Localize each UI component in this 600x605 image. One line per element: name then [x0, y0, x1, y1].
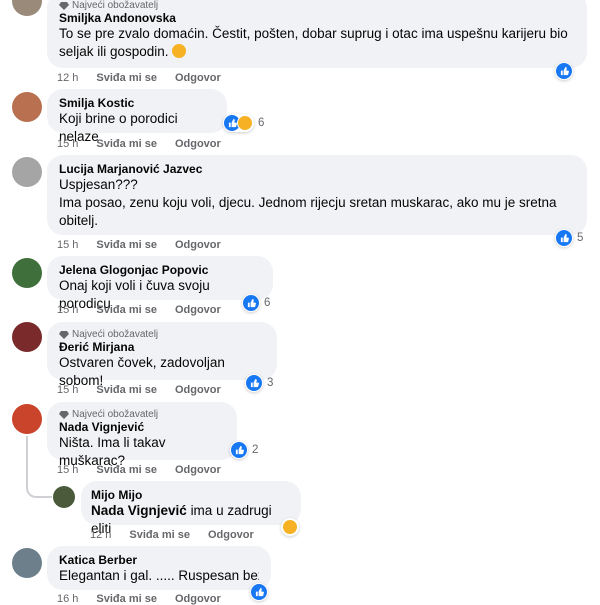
reaction-summary[interactable]: 2: [230, 441, 258, 459]
comment-actions: 12 h Sviđa mi se Odgovor: [90, 529, 254, 541]
avatar[interactable]: [12, 0, 42, 16]
comment-time[interactable]: 12 h: [57, 72, 78, 84]
like-reaction-icon: [556, 63, 572, 79]
reaction-summary[interactable]: 6: [223, 114, 264, 132]
comment-time[interactable]: 16 h: [57, 593, 78, 605]
comment-bubble: Smilja Kostic Koji brine o porodici nela…: [47, 89, 227, 144]
reply-button[interactable]: Odgovor: [175, 304, 221, 316]
avatar[interactable]: [12, 322, 42, 352]
commenter-name[interactable]: Mijo Mijo: [91, 488, 291, 502]
reply-button[interactable]: Odgovor: [175, 593, 221, 605]
reaction-count: 5: [577, 232, 584, 244]
comment-bubble: Najveći obožavatelj Nada Vignjević Ništa…: [47, 402, 237, 468]
commenter-name[interactable]: Đerić Mirjana: [59, 340, 265, 354]
commenter-name[interactable]: Katica Berber: [59, 553, 259, 567]
comment-actions: 16 h Sviđa mi se Odgovor: [57, 593, 221, 605]
commenter-name[interactable]: Smilja Kostic: [59, 96, 215, 110]
like-button[interactable]: Sviđa mi se: [96, 239, 157, 251]
reply-button[interactable]: Odgovor: [175, 464, 221, 476]
haha-reaction-icon: [282, 519, 298, 535]
comment-actions: 15 h Sviđa mi se Odgovor: [57, 138, 221, 150]
commenter-name[interactable]: Lucija Marjanović Jazvec: [59, 162, 575, 176]
comment-actions: 15 h Sviđa mi se Odgovor: [57, 384, 221, 396]
comment-bubble: Jelena Glogonjac Popovic Onaj koji voli …: [47, 256, 273, 311]
avatar[interactable]: [12, 404, 42, 434]
like-reaction-icon: [246, 375, 262, 391]
reaction-count: 2: [252, 444, 259, 456]
avatar[interactable]: [12, 258, 42, 288]
haha-reaction-icon: [237, 115, 253, 131]
reply-bubble: Mijo Mijo Nada Vignjević ima u zadrugi e…: [81, 481, 301, 536]
comment-actions: 15 h Sviđa mi se Odgovor: [57, 464, 221, 476]
like-button[interactable]: Sviđa mi se: [96, 72, 157, 84]
like-button[interactable]: Sviđa mi se: [96, 138, 157, 150]
reply-button[interactable]: Odgovor: [175, 239, 221, 251]
like-reaction-icon: [251, 584, 267, 600]
reaction-summary[interactable]: 5: [555, 229, 583, 247]
like-button[interactable]: Sviđa mi se: [96, 304, 157, 316]
top-fan-badge: Najveći obožavatelj: [59, 0, 575, 11]
reaction-summary[interactable]: 6: [242, 294, 270, 312]
commenter-name[interactable]: Smiljka Andonovska: [59, 11, 575, 25]
diamond-icon: [59, 330, 69, 339]
comment-bubble: Katica Berber Elegantan i gal. ..... Rus…: [47, 546, 271, 590]
mention-link[interactable]: Nada Vignjević: [91, 503, 187, 518]
like-reaction-icon: [243, 295, 259, 311]
comment-actions: 12 h Sviđa mi se Odgovor: [57, 72, 221, 84]
comment-time[interactable]: 15 h: [57, 384, 78, 396]
comment-time[interactable]: 12 h: [90, 529, 111, 541]
reply-button[interactable]: Odgovor: [208, 529, 254, 541]
comment-actions: 15 h Sviđa mi se Odgovor: [57, 239, 221, 251]
reaction-summary[interactable]: 3: [245, 374, 273, 392]
avatar[interactable]: [12, 92, 42, 122]
comment-actions: 15 h Sviđa mi se Odgovor: [57, 304, 221, 316]
comment-bubble: Najveći obožavatelj Smiljka Andonovska T…: [47, 0, 587, 68]
avatar[interactable]: [12, 157, 42, 187]
reply-button[interactable]: Odgovor: [175, 384, 221, 396]
like-button[interactable]: Sviđa mi se: [96, 384, 157, 396]
comment-time[interactable]: 15 h: [57, 304, 78, 316]
commenter-name[interactable]: Jelena Glogonjac Popovic: [59, 263, 261, 277]
like-reaction-icon: [556, 230, 572, 246]
reaction-summary[interactable]: [250, 583, 268, 601]
reaction-count: 6: [264, 297, 271, 309]
comment-text: Ima posao, zenu koju voli, djecu. Jednom…: [59, 195, 557, 228]
comment-time[interactable]: 15 h: [57, 138, 78, 150]
smile-emoji-icon: [172, 44, 187, 58]
reaction-summary[interactable]: [555, 62, 573, 80]
top-fan-badge: Najveći obožavatelj: [59, 329, 265, 340]
comment-text: Elegantan i gal. ..... Ruspesan bez p: [59, 568, 259, 583]
comment-text-line: Uspjesan???: [59, 177, 138, 192]
reply-button[interactable]: Odgovor: [175, 72, 221, 84]
comment-time[interactable]: 15 h: [57, 239, 78, 251]
comment-time[interactable]: 15 h: [57, 464, 78, 476]
comment-bubble: Najveći obožavatelj Đerić Mirjana Ostvar…: [47, 322, 277, 388]
comment-text: To se pre zvalo domaćin. Čestit, pošten,…: [59, 26, 568, 59]
like-button[interactable]: Sviđa mi se: [96, 464, 157, 476]
like-button[interactable]: Sviđa mi se: [129, 529, 190, 541]
diamond-icon: [59, 410, 69, 419]
top-fan-badge: Najveći obožavatelj: [59, 409, 225, 420]
reaction-summary[interactable]: [281, 518, 299, 536]
reply-button[interactable]: Odgovor: [175, 138, 221, 150]
like-button[interactable]: Sviđa mi se: [96, 593, 157, 605]
commenter-name[interactable]: Nada Vignjević: [59, 420, 225, 434]
reaction-count: 3: [267, 377, 274, 389]
avatar[interactable]: [12, 548, 42, 578]
reaction-count: 6: [258, 117, 265, 129]
avatar[interactable]: [53, 486, 75, 508]
comment-bubble: Lucija Marjanović Jazvec Uspjesan??? Ima…: [47, 155, 587, 235]
diamond-icon: [59, 1, 69, 10]
like-reaction-icon: [231, 442, 247, 458]
